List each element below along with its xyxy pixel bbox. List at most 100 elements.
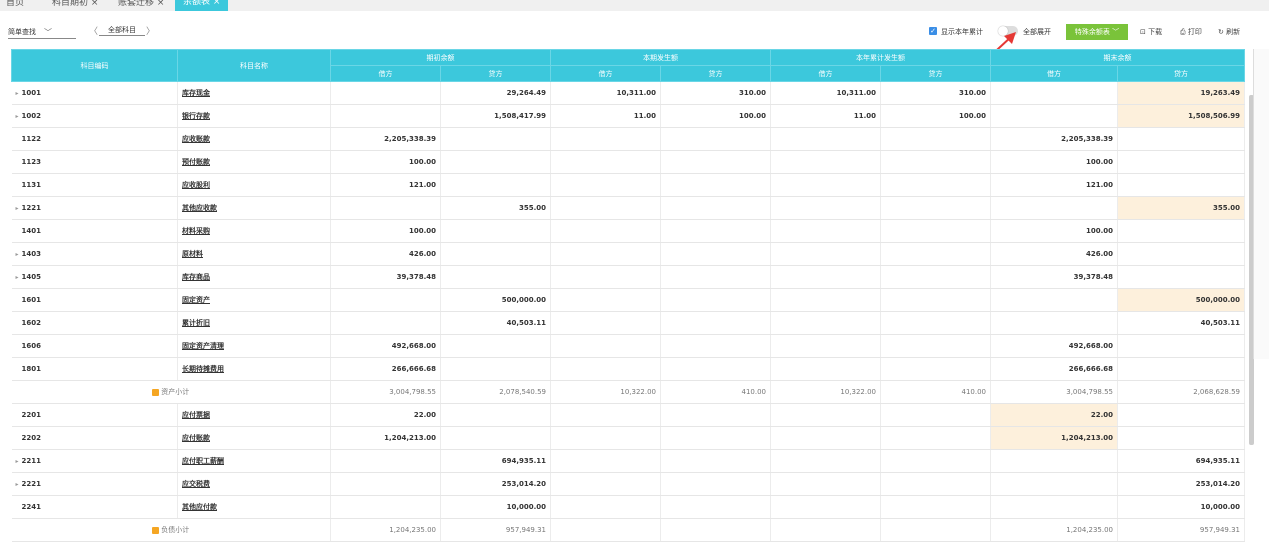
tab-ledger-migration[interactable]: 账套迁移 × (118, 0, 164, 11)
subject-name-link[interactable]: 库存商品 (177, 265, 331, 289)
subject-name-link[interactable]: 应付票据 (177, 403, 331, 427)
table-row: ▸2201应付票据22.0022.00 (11, 403, 1245, 427)
refresh-button[interactable]: ↻ 刷新 (1218, 27, 1240, 37)
amount-cell: 121.00 (330, 173, 441, 197)
amount-cell (770, 173, 881, 197)
amount-cell (880, 173, 991, 197)
download-button[interactable]: ⊡ 下载 (1140, 27, 1162, 37)
amount-cell (330, 196, 441, 220)
subject-code: 1122 (21, 135, 41, 143)
expand-all-label: 全部展开 (1023, 28, 1051, 36)
expand-caret-icon[interactable]: ▸ (16, 251, 19, 258)
subject-code: 2241 (21, 503, 41, 511)
table-row: ▸ 1002 银行存款 1,508,417.99 11.00 100.00 11.00 100… (11, 104, 1245, 128)
subject-code: 2211 (21, 457, 41, 465)
header-credit: 贷方 (1117, 65, 1245, 82)
amount-cell: 253,014.20 (1117, 472, 1245, 496)
amount-cell: 40,503.11 (1117, 311, 1245, 335)
subject-name-link[interactable]: 应收账款 (177, 127, 331, 151)
amount-cell (880, 518, 991, 542)
header-debit: 借方 (990, 65, 1118, 82)
expand-caret-icon[interactable]: ▸ (16, 481, 19, 488)
amount-cell: 10,311.00 (550, 81, 661, 105)
tab-home[interactable]: 首页 (6, 0, 24, 11)
subtotal-row: 负债小计 1,204,235.00 957,949.31 1,204,235.00 95… (11, 518, 1245, 542)
show-year-checkbox[interactable]: ✓ (929, 27, 937, 35)
subject-name-link[interactable]: 固定资产 (177, 288, 331, 312)
amount-cell: 694,935.11 (1117, 449, 1245, 473)
amount-cell (330, 472, 441, 496)
subtotal-icon (152, 526, 160, 534)
amount-cell: 492,668.00 (990, 334, 1118, 358)
header-credit: 贷方 (440, 65, 551, 82)
amount-cell (990, 81, 1118, 105)
amount-cell (440, 150, 551, 174)
subject-name-link[interactable]: 材料采购 (177, 219, 331, 243)
subject-name-link[interactable]: 长期待摊费用 (177, 357, 331, 381)
subject-name-link[interactable]: 库存现金 (177, 81, 331, 105)
code-cell: ▸2201 (11, 403, 178, 427)
print-label: 打印 (1187, 28, 1202, 36)
amount-cell: 426.00 (330, 242, 441, 266)
subject-code: 1401 (21, 227, 41, 235)
table-row: ▸ 2211 应付职工薪酬 694,935.11 694,935.11 (11, 449, 1245, 473)
amount-cell: 410.00 (660, 380, 771, 404)
amount-cell: 3,004,798.55 (990, 380, 1118, 404)
special-balance-button[interactable]: 特殊余额表 ﹀ (1066, 24, 1128, 40)
table-row: ▸1123预付账款100.00100.00 (11, 150, 1245, 174)
subject-name-link[interactable]: 应交税费 (177, 472, 331, 496)
amount-cell: 100.00 (330, 219, 441, 243)
amount-cell: 1,204,235.00 (990, 518, 1118, 542)
prev-arrow-icon[interactable]: 〈 (89, 24, 98, 37)
subject-name-link[interactable]: 应付职工薪酬 (177, 449, 331, 473)
table-row: ▸1601固定资产 500,000.00 500,000.00 (11, 288, 1245, 312)
amount-cell (880, 288, 991, 312)
expand-caret-icon[interactable]: ▸ (16, 113, 19, 120)
amount-cell (550, 334, 661, 358)
subject-code: 1002 (21, 112, 41, 120)
subject-code: 1405 (21, 273, 41, 281)
subject-name-link[interactable]: 应收股利 (177, 173, 331, 197)
print-button[interactable]: ⎙ 打印 (1180, 27, 1202, 37)
next-arrow-icon[interactable]: 〉 (146, 24, 155, 37)
quick-find-dropdown[interactable]: 简单查找 ﹀ (8, 26, 76, 39)
subject-name-link[interactable]: 应付账款 (177, 426, 331, 450)
subject-name-link[interactable]: 固定资产清理 (177, 334, 331, 358)
amount-cell (770, 449, 881, 473)
expand-caret-icon[interactable]: ▸ (16, 205, 19, 212)
amount-cell (880, 472, 991, 496)
expand-caret-icon[interactable]: ▸ (16, 274, 19, 281)
amount-cell: 100.00 (330, 150, 441, 174)
amount-cell: 2,078,540.59 (440, 380, 551, 404)
code-cell: ▸1601 (11, 288, 178, 312)
amount-cell: 310.00 (660, 81, 771, 105)
refresh-label: 刷新 (1226, 28, 1241, 36)
subtotal-cell: 资产小计 (11, 380, 331, 404)
amount-cell (990, 311, 1118, 335)
amount-cell (440, 426, 551, 450)
subject-name-link[interactable]: 累计折旧 (177, 311, 331, 335)
table-row: ▸1131应收股利121.00121.00 (11, 173, 1245, 197)
subject-code: 1602 (21, 319, 41, 327)
subject-code: 2221 (21, 480, 41, 488)
subject-name-link[interactable]: 原材料 (177, 242, 331, 266)
tab-balance-sheet[interactable]: 余额表 × (175, 0, 229, 11)
amount-cell: 3,004,798.55 (330, 380, 441, 404)
refresh-icon: ↻ (1218, 28, 1224, 36)
expand-caret-icon[interactable]: ▸ (16, 458, 19, 465)
amount-cell (550, 311, 661, 335)
header-debit: 借方 (330, 65, 441, 82)
tab-subject-opening[interactable]: 科目期初 × (52, 0, 98, 11)
side-panel-handle[interactable] (1253, 49, 1269, 359)
subject-name-link[interactable]: 其他应付款 (177, 495, 331, 519)
table-row: ▸1801长期待摊费用266,666.68266,666.68 (11, 357, 1245, 381)
expand-caret-icon[interactable]: ▸ (16, 90, 19, 97)
subject-name-link[interactable]: 其他应收款 (177, 196, 331, 220)
amount-cell (770, 288, 881, 312)
amount-cell (1117, 219, 1245, 243)
amount-cell (1117, 127, 1245, 151)
all-subjects-selector[interactable]: 全部科目 (99, 25, 145, 36)
subject-name-link[interactable]: 预付账款 (177, 150, 331, 174)
table-body: ▸ 1001 库存现金 29,264.49 10,311.00 310.00 10,311.… (11, 81, 1245, 542)
subject-name-link[interactable]: 银行存款 (177, 104, 331, 128)
